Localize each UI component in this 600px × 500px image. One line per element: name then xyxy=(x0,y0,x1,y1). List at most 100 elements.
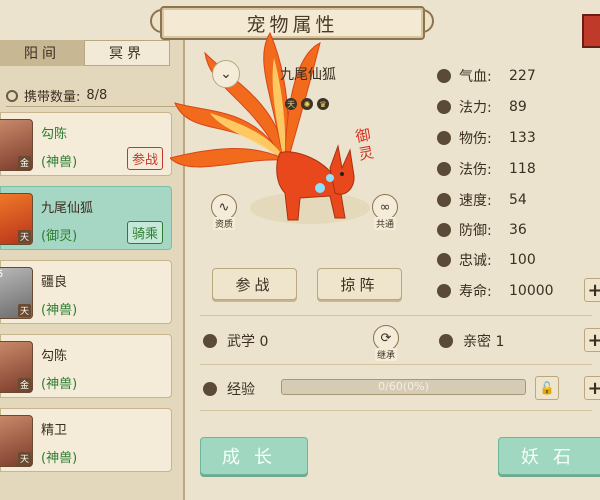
pet-detail-name: 九尾仙狐 xyxy=(280,67,336,83)
intimacy-label: 亲密 1 xyxy=(463,334,505,350)
pet-name: 疆良 xyxy=(41,275,68,290)
inherit-label: 继承 xyxy=(374,348,397,361)
stat-speed: 速度: 54 xyxy=(437,190,527,210)
share-button[interactable]: ∞ 共通 xyxy=(372,194,398,230)
close-tab[interactable] xyxy=(582,14,600,48)
avatar: 天 xyxy=(0,415,33,467)
heaven-badge: 天 xyxy=(285,98,297,110)
add-lifespan-button[interactable]: + xyxy=(584,278,600,302)
rank-badge: 天 xyxy=(17,304,31,317)
pet-card-5[interactable]: 天 精卫 (神兽) xyxy=(0,408,172,472)
rank-badge: 金 xyxy=(17,156,31,169)
avatar: 5天 xyxy=(0,267,33,319)
crown-badge: ♛ xyxy=(317,98,329,110)
pet-type: (神兽) xyxy=(41,303,78,318)
stat-key: 法力: xyxy=(459,100,492,116)
pet-name: 精卫 xyxy=(41,423,68,438)
aptitude-label: 资质 xyxy=(212,217,235,230)
fox-illustration xyxy=(170,31,370,224)
intimacy-row: 亲密 1 xyxy=(439,331,504,351)
realm-tabs: 阳间 冥界 xyxy=(0,40,170,66)
status-badge: 参战 xyxy=(126,147,163,170)
pet-card-3[interactable]: 5天 疆良 (神兽) xyxy=(0,260,172,324)
pet-type: (神兽) xyxy=(41,155,78,170)
shield-icon xyxy=(437,223,451,237)
pet-type: (神兽) xyxy=(41,377,78,392)
stat-hp: 气血: 227 xyxy=(437,66,536,86)
tab-yangjian[interactable]: 阳间 xyxy=(0,40,84,66)
demon-stone-button[interactable]: 妖石 xyxy=(498,437,600,475)
pet-name: 勾陈 xyxy=(41,127,68,142)
inherit-button[interactable]: ⟳ 继承 xyxy=(373,325,399,361)
pet-name: 勾陈 xyxy=(41,349,68,364)
unlock-button[interactable]: 🔓 xyxy=(535,376,559,400)
stat-key: 速度: xyxy=(459,193,492,209)
lineup-button[interactable]: 掠阵 xyxy=(317,268,402,300)
stat-value: 100 xyxy=(509,252,536,268)
gear-icon xyxy=(6,89,18,102)
fight-button[interactable]: 参战 xyxy=(212,268,297,300)
pet-tag-badges: 天 ✺ ♛ xyxy=(285,98,329,110)
stat-mp: 法力: 89 xyxy=(437,97,527,117)
pet-type: (神兽) xyxy=(41,451,78,466)
stat-key: 气血: xyxy=(459,69,492,85)
stat-value: 118 xyxy=(509,161,536,177)
rank-badge: 天 xyxy=(17,452,31,465)
martial-row: 武学 0 xyxy=(203,331,268,351)
stat-value: 54 xyxy=(509,192,527,208)
pet-card-4[interactable]: 金 勾陈 (神兽) xyxy=(0,334,172,398)
grow-button[interactable]: 成长 xyxy=(200,437,308,475)
exp-icon xyxy=(203,382,217,396)
divider xyxy=(200,364,592,365)
divider xyxy=(6,106,176,107)
avatar: 天 xyxy=(0,193,33,245)
stat-key: 寿命: xyxy=(459,284,492,300)
pet-type: (御灵) xyxy=(41,229,78,244)
stat-key: 忠诚: xyxy=(459,253,492,269)
add-intimacy-button[interactable]: + xyxy=(584,328,600,352)
avatar: 金 xyxy=(0,119,33,171)
stat-value: 10000 xyxy=(509,283,554,299)
carry-label: 携带数量: xyxy=(24,90,81,105)
stat-key: 物伤: xyxy=(459,131,492,147)
martial-label: 武学 0 xyxy=(227,334,269,350)
flame-icon xyxy=(437,162,451,176)
share-label: 共通 xyxy=(373,217,396,230)
stat-mag-atk: 法伤: 118 xyxy=(437,159,536,179)
aptitude-button[interactable]: ∿ 资质 xyxy=(211,194,237,230)
carry-value: 8/8 xyxy=(86,88,108,103)
exp-row: 经验 xyxy=(203,379,255,399)
loyalty-icon xyxy=(437,253,451,267)
tab-mingjie[interactable]: 冥界 xyxy=(84,40,170,66)
unlock-icon: 🔓 xyxy=(539,381,555,395)
exp-text: 0/60(0%) xyxy=(378,380,429,393)
heart-icon xyxy=(437,69,451,83)
exp-label: 经验 xyxy=(227,382,255,398)
stat-phys-atk: 物伤: 133 xyxy=(437,128,536,148)
pet-card-1[interactable]: 金 勾陈 (神兽) 参战 xyxy=(0,112,172,176)
paw-badge: ✺ xyxy=(301,98,313,110)
stat-lifespan: 寿命: 10000 xyxy=(437,281,554,301)
carry-count: 携带数量: 8/8 xyxy=(6,86,107,105)
chevron-down-icon[interactable]: ⌄ xyxy=(212,60,240,88)
sword-icon xyxy=(437,131,451,145)
avatar: 金 xyxy=(0,341,33,393)
rank-badge: 金 xyxy=(17,378,31,391)
divider xyxy=(200,315,592,316)
speed-icon xyxy=(437,193,451,207)
stat-value: 36 xyxy=(509,222,527,238)
drop-icon xyxy=(437,100,451,114)
exp-progress-bar: 0/60(0%) xyxy=(281,379,526,395)
stat-value: 133 xyxy=(509,130,536,146)
stat-value: 89 xyxy=(509,99,527,115)
intimacy-icon xyxy=(439,334,453,348)
martial-icon xyxy=(203,334,217,348)
level-text: 5 xyxy=(0,269,3,280)
stat-key: 防御: xyxy=(459,223,492,239)
divider xyxy=(200,410,592,411)
rank-badge: 天 xyxy=(17,230,31,243)
stat-key: 法伤: xyxy=(459,162,492,178)
add-exp-button[interactable]: + xyxy=(584,376,600,400)
pet-card-2[interactable]: 天 九尾仙狐 (御灵) 骑乘 xyxy=(0,186,172,250)
lock-icon xyxy=(437,284,451,298)
